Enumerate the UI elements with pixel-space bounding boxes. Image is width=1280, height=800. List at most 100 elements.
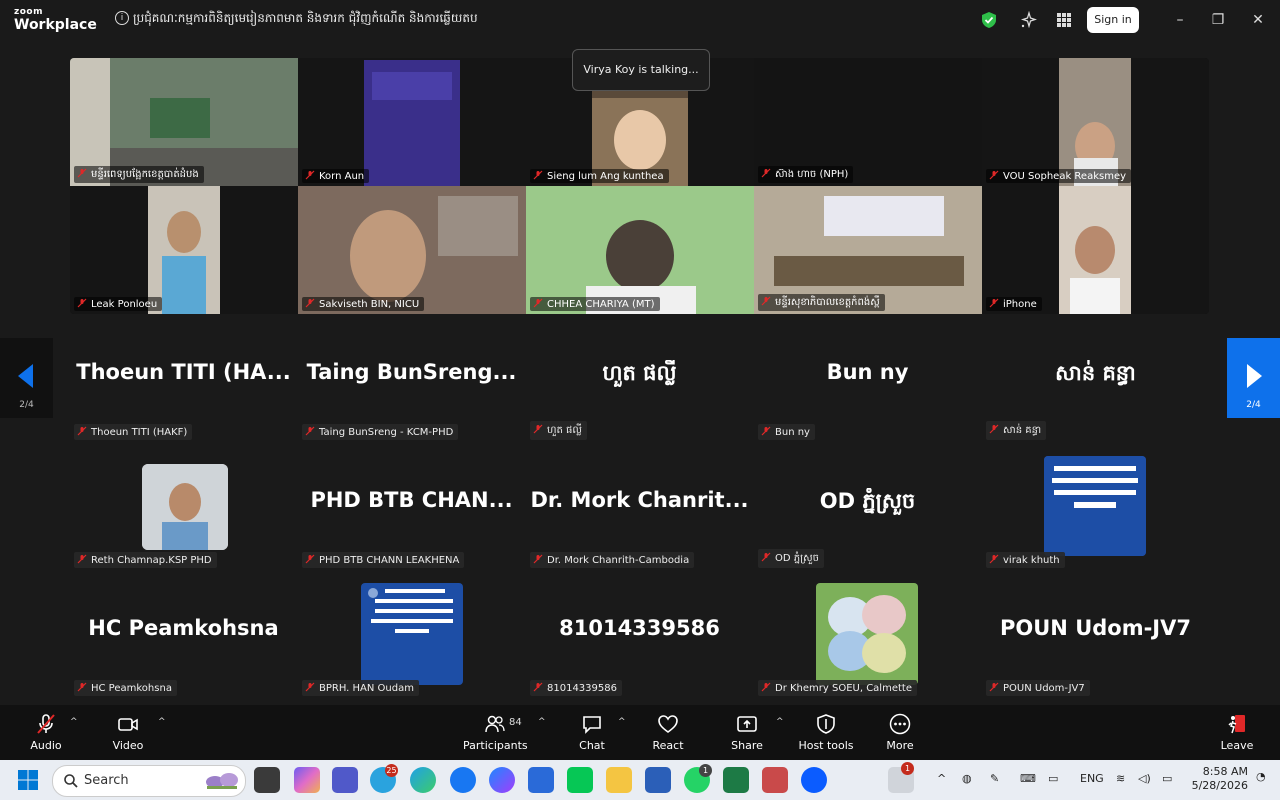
participant-tile[interactable]: Reth Chamnap.KSP PHD xyxy=(70,444,297,572)
video-tile[interactable]: មន្ទីរសុខាភិបាលខេត្តកំពង់ស្ពឺ xyxy=(754,186,982,314)
display-tray-icon[interactable]: ▭ xyxy=(1048,772,1058,785)
close-icon[interactable]: ✕ xyxy=(1248,10,1268,30)
restore-icon[interactable]: ❐ xyxy=(1208,10,1228,30)
taskbar-search-box[interactable]: Search xyxy=(52,765,246,797)
participant-tile[interactable]: Thoeun TITI (HA... Thoeun TITI (HAKF) xyxy=(70,316,297,444)
muted-mic-icon xyxy=(77,682,87,692)
video-feed xyxy=(1059,186,1131,314)
muted-mic-icon xyxy=(761,168,771,178)
copilot-icon[interactable] xyxy=(294,767,320,793)
video-options-chevron-icon[interactable]: ^ xyxy=(158,717,166,727)
excel-icon[interactable] xyxy=(723,767,749,793)
video-tile[interactable]: Leak Ponloeu xyxy=(70,186,298,314)
participant-label: Thoeun TITI (HAKF) xyxy=(74,424,193,440)
telegram-badge: 25 xyxy=(385,764,398,777)
participant-tile[interactable]: ហួត ផល្លី ហួត ផល្លី xyxy=(526,316,753,444)
screen-recorder-icon[interactable] xyxy=(762,767,788,793)
microsoft-store-icon[interactable] xyxy=(528,767,554,793)
meeting-toolbar: Audio ^ Video ^ Participants 84 ^ Chat ^… xyxy=(0,705,1280,760)
minimize-icon[interactable]: – xyxy=(1170,10,1190,30)
muted-mic-icon xyxy=(761,296,771,306)
participant-tile[interactable]: OD ភ្នំស្រួច OD ភ្នំស្រួច xyxy=(754,444,981,572)
participant-tile[interactable]: PHD BTB CHAN... PHD BTB CHANN LEAKHENA xyxy=(298,444,525,572)
arrow-right-icon xyxy=(1247,364,1262,388)
task-view-icon[interactable] xyxy=(254,767,280,793)
language-indicator[interactable]: ENG xyxy=(1080,772,1104,785)
video-tile[interactable]: Sakviseth BIN, NICU xyxy=(298,186,526,314)
audio-options-chevron-icon[interactable]: ^ xyxy=(70,717,78,727)
more-button[interactable]: More xyxy=(881,713,919,752)
host-tools-button[interactable]: Host tools xyxy=(798,713,854,752)
notification-app-icon[interactable]: 1 xyxy=(888,762,914,793)
share-button[interactable]: Share xyxy=(728,713,766,752)
participant-tile[interactable]: សាន់ គន្ធា សាន់ គន្ធា xyxy=(982,316,1209,444)
zoom-app-icon[interactable] xyxy=(801,767,827,793)
taskbar-clock[interactable]: 8:58 AM 5/28/2026 xyxy=(1190,765,1248,793)
share-options-chevron-icon[interactable]: ^ xyxy=(776,717,784,727)
prev-page-button[interactable]: 2/4 xyxy=(0,338,53,418)
participant-tile[interactable]: Taing BunSreng... Taing BunSreng - KCM-P… xyxy=(298,316,525,444)
battery-icon[interactable]: ▭ xyxy=(1162,772,1172,785)
video-tile[interactable]: CHHEA CHARIYA (MT) xyxy=(526,186,754,314)
windows-start-icon[interactable] xyxy=(17,769,39,791)
talking-indicator: Virya Koy is talking... xyxy=(572,49,710,91)
edge-icon[interactable] xyxy=(410,767,436,793)
video-tile[interactable]: ស៊ាង ហាច (NPH) xyxy=(754,58,982,186)
pen-tray-icon[interactable]: ✎ xyxy=(990,772,999,785)
video-gallery: មន្ទីរពេទ្យបង្អែកខេត្តបាត់ដំបង Korn Aun … xyxy=(70,58,1209,314)
volume-icon[interactable]: ◁) xyxy=(1138,772,1151,785)
participant-label: virak khuth xyxy=(986,552,1065,568)
audio-button[interactable]: Audio xyxy=(28,713,64,752)
video-tile-label: មន្ទីរពេទ្យបង្អែកខេត្តបាត់ដំបង xyxy=(74,166,204,183)
ai-companion-icon[interactable] xyxy=(1019,11,1037,29)
participant-tile[interactable]: Dr. Mork Chanrit... Dr. Mork Chanrith-Ca… xyxy=(526,444,753,572)
teams-icon[interactable] xyxy=(332,767,358,793)
participant-display-name: Bun ny xyxy=(826,360,909,384)
telegram-icon[interactable]: 25 xyxy=(370,764,398,793)
video-feed xyxy=(148,186,220,314)
participants-options-chevron-icon[interactable]: ^ xyxy=(538,717,546,727)
participant-tile[interactable]: BPRH. HAN Oudam xyxy=(298,572,525,700)
video-button[interactable]: Video xyxy=(110,713,146,752)
chat-options-chevron-icon[interactable]: ^ xyxy=(618,717,626,727)
leave-icon xyxy=(1228,715,1245,734)
participant-tile[interactable]: Bun ny Bun ny xyxy=(754,316,981,444)
sign-in-button[interactable]: Sign in xyxy=(1087,7,1139,33)
apps-grid-icon[interactable] xyxy=(1055,11,1073,29)
participant-tile[interactable]: Dr Khemry SOEU, Calmette xyxy=(754,572,981,700)
meeting-title: ប្រជុំគណៈកម្មការពិនិត្យមេរៀនភាពមាត និងទា… xyxy=(133,11,478,25)
line-icon[interactable] xyxy=(567,767,593,793)
participant-tile[interactable]: HC Peamkohsna HC Peamkohsna xyxy=(70,572,297,700)
clock-time: 8:58 AM xyxy=(1202,765,1248,778)
muted-mic-icon xyxy=(77,298,87,308)
next-page-button[interactable]: 2/4 xyxy=(1227,338,1280,418)
messenger-icon[interactable] xyxy=(489,767,515,793)
video-tile[interactable]: មន្ទីរពេទ្យបង្អែកខេត្តបាត់ដំបង xyxy=(70,58,298,186)
muted-mic-icon xyxy=(305,170,315,180)
video-tile[interactable]: iPhone xyxy=(982,186,1209,314)
react-button[interactable]: React xyxy=(649,713,687,752)
whatsapp-icon[interactable]: 1 xyxy=(684,764,712,793)
participant-tile[interactable]: 81014339586 81014339586 xyxy=(526,572,753,700)
info-icon[interactable]: i xyxy=(115,11,129,25)
video-tile[interactable]: VOU Sopheak Reaksmey xyxy=(982,58,1209,186)
share-screen-icon xyxy=(737,716,757,732)
shield-icon[interactable] xyxy=(980,11,998,29)
participant-tile[interactable]: virak khuth xyxy=(982,444,1209,572)
facebook-icon[interactable] xyxy=(450,767,476,793)
word-icon[interactable] xyxy=(645,767,671,793)
video-tile-label: iPhone xyxy=(986,297,1042,311)
file-explorer-icon[interactable] xyxy=(606,767,632,793)
keyboard-tray-icon[interactable]: ⌨ xyxy=(1020,772,1036,785)
video-tile[interactable]: Korn Aun xyxy=(298,58,526,186)
leave-button[interactable]: Leave xyxy=(1218,713,1256,752)
network-tray-icon[interactable]: ◍ xyxy=(962,772,972,785)
participant-label: Bun ny xyxy=(758,424,815,440)
muted-mic-icon xyxy=(989,682,999,692)
participant-label: Dr. Mork Chanrith-Cambodia xyxy=(530,552,695,568)
notifications-icon[interactable]: ◔ xyxy=(1256,770,1266,783)
chat-button[interactable]: Chat xyxy=(574,713,610,752)
chevron-up-icon[interactable]: ^ xyxy=(937,772,946,785)
wifi-icon[interactable]: ≋ xyxy=(1116,772,1125,785)
participant-tile[interactable]: POUN Udom-JV7 POUN Udom-JV7 xyxy=(982,572,1209,700)
